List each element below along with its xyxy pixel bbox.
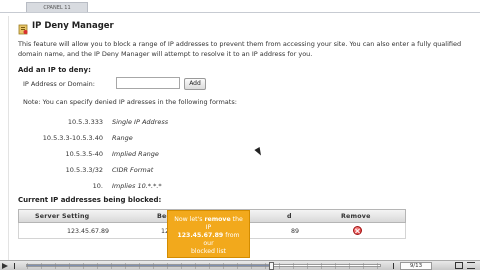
format-row: 10.5.3.3-10.5.3.40 Range [9,134,249,144]
remove-icon[interactable] [353,226,362,235]
page-title: IP Deny Manager [32,20,114,31]
format-description: Implies 10.*.*.* [112,182,162,190]
format-description: Single IP Address [112,118,169,126]
end-ip-cell: 89 [291,228,300,235]
server-setting-cell: 123.45.67.89 [67,228,110,235]
menu-icon[interactable] [467,262,475,269]
format-description: Implied Range [112,150,159,158]
format-example: 10.5.3.3-10.5.3.40 [42,134,103,142]
formats-note: Note: You can specify denied IP adresses… [23,98,237,106]
column-remove: Remove [341,213,371,220]
play-icon[interactable] [2,262,8,269]
format-example: 10.5.3.5-40 [65,150,104,158]
volume-icon[interactable] [438,262,446,269]
ip-deny-icon [18,20,28,35]
format-row: 10.5.3.3/32 CIDR Format [9,166,249,176]
ip-address-input[interactable] [116,77,180,89]
format-example: 10. [92,182,103,190]
format-row: 10. Implies 10.*.*.* [9,182,249,192]
column-end: d [287,213,292,220]
format-description: Range [112,134,133,142]
format-example: 10.5.3.333 [67,118,103,126]
add-ip-heading: Add an IP to deny: [18,66,91,74]
callout-line-1: Now let's remove the IP [174,216,243,231]
page-description: This feature will allow you to block a r… [18,40,462,58]
blocked-ips-heading: Current IP addresses being blocked: [18,196,162,204]
seek-handle[interactable] [268,262,274,270]
top-bar: CPANEL 11 [0,0,480,13]
format-row: 10.5.3.5-40 Implied Range [9,150,249,160]
add-button[interactable]: Add [184,78,206,90]
top-bar-divider [0,12,480,13]
callout-line-2: 123.45.67.89 from our [177,232,240,247]
format-row: 10.5.3.333 Single IP Address [9,118,249,128]
page-header: IP Deny Manager [18,20,114,35]
ip-address-label: IP Address or Domain: [23,80,95,88]
callout-line-3: blocked list [191,248,226,255]
slide-counter: 9/13 [400,261,432,270]
fullscreen-icon[interactable] [455,262,463,269]
playback-bar: 9/13 [0,260,480,270]
tutorial-callout: Now let's remove the IP 123.45.67.89 fro… [167,210,250,258]
previous-slide-icon[interactable] [14,263,20,269]
seek-track[interactable] [26,262,381,270]
next-slide-icon[interactable] [388,263,394,269]
format-example: 10.5.3.3/32 [65,166,103,174]
seek-ticks [27,263,380,269]
column-server-setting: Server Setting [35,213,90,220]
format-description: CIDR Format [112,166,154,174]
